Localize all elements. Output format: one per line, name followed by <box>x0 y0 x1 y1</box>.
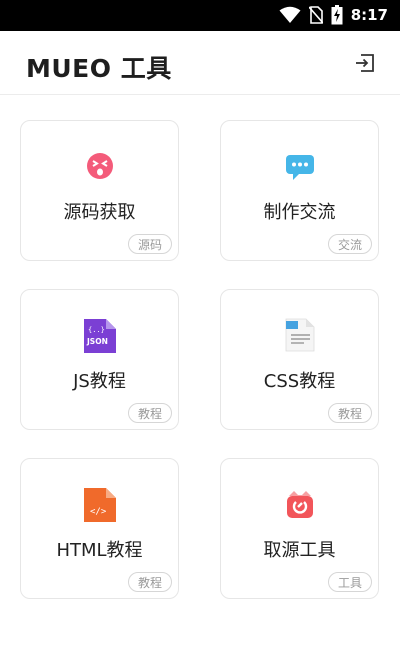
svg-text:JSON: JSON <box>86 337 108 346</box>
card-label: HTML教程 <box>56 540 143 561</box>
svg-text:{..}: {..} <box>88 326 105 334</box>
card-tag: 工具 <box>327 572 372 592</box>
battery-charging-icon <box>331 5 343 25</box>
no-sim-icon <box>308 6 323 24</box>
shocked-face-icon <box>87 153 113 179</box>
status-icons: 8:17 <box>279 5 388 25</box>
card-tag: 教程 <box>327 403 372 423</box>
card-tag: 交流 <box>327 234 372 254</box>
card-css-tutorial[interactable]: CSS教程 教程 <box>220 289 379 430</box>
svg-text:</>: </> <box>90 507 107 517</box>
page-title: MUEO 工具 <box>26 54 172 83</box>
card-tag: 教程 <box>127 403 172 423</box>
card-tag: 教程 <box>127 572 172 592</box>
exit-icon[interactable] <box>353 51 377 75</box>
css-file-icon <box>285 318 315 352</box>
card-tag: 源码 <box>127 234 172 254</box>
card-html-tutorial[interactable]: </> HTML教程 教程 <box>20 458 179 599</box>
app-bar: MUEO 工具 <box>0 31 400 95</box>
wifi-icon <box>279 6 301 23</box>
chat-bubble-icon <box>286 155 314 180</box>
status-bar: 8:17 <box>0 0 400 31</box>
json-file-icon: {..} JSON <box>84 319 116 353</box>
html-file-icon: </> <box>84 488 116 522</box>
card-exchange[interactable]: 制作交流 交流 <box>220 120 379 261</box>
card-label: 取源工具 <box>263 540 336 561</box>
card-label: CSS教程 <box>263 371 336 392</box>
card-label: JS教程 <box>73 371 126 392</box>
source-tool-icon <box>287 491 313 518</box>
card-js-tutorial[interactable]: {..} JSON JS教程 教程 <box>20 289 179 430</box>
card-source-tool[interactable]: 取源工具 工具 <box>220 458 379 599</box>
card-label: 源码获取 <box>63 202 136 223</box>
card-label: 制作交流 <box>263 202 336 223</box>
card-source-code[interactable]: 源码获取 源码 <box>20 120 179 261</box>
status-time: 8:17 <box>350 6 388 24</box>
